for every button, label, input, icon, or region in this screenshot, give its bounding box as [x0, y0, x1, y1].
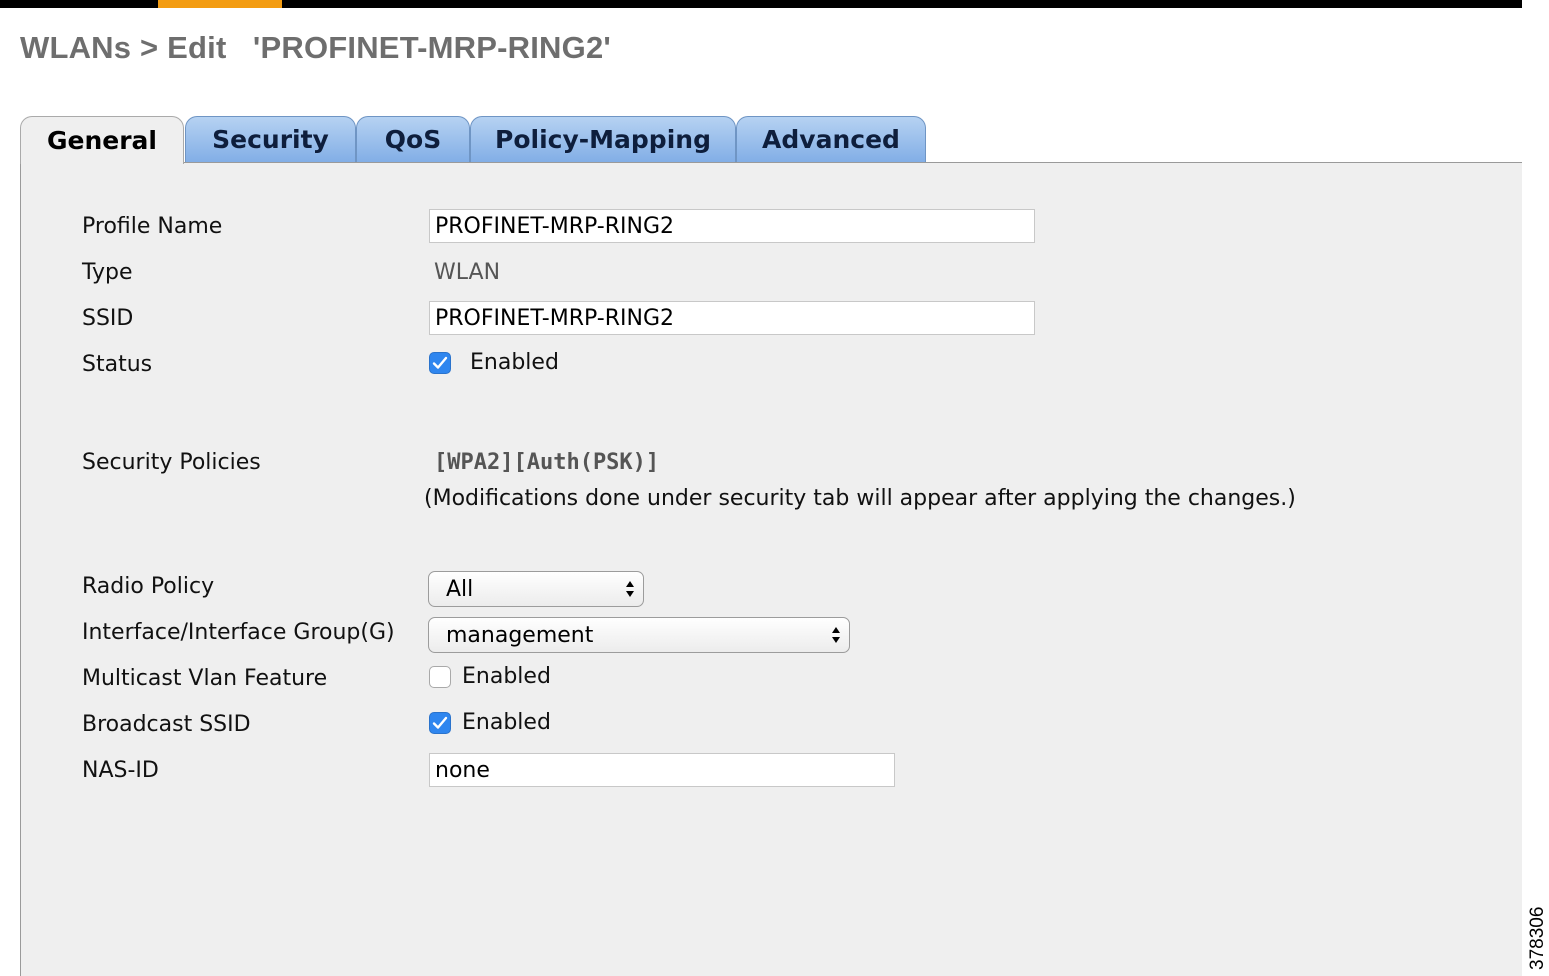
status-enabled-label: Enabled — [470, 350, 559, 375]
broadcast-ssid-enabled-label: Enabled — [462, 710, 551, 735]
tab-advanced[interactable]: Advanced — [736, 116, 926, 162]
tab-qos[interactable]: QoS — [356, 116, 470, 162]
radio-policy-select[interactable]: All — [428, 571, 644, 607]
checkmark-icon — [432, 716, 448, 729]
radio-policy-selected: All — [446, 576, 474, 602]
security-policies-label: Security Policies — [82, 450, 261, 475]
tab-general[interactable]: General — [20, 116, 184, 164]
checkmark-icon — [432, 356, 448, 369]
multicast-vlan-enabled-label: Enabled — [462, 664, 551, 689]
type-label: Type — [82, 260, 133, 285]
broadcast-ssid-checkbox[interactable] — [429, 712, 451, 734]
broadcast-ssid-label: Broadcast SSID — [82, 712, 251, 737]
nas-id-label: NAS-ID — [82, 758, 159, 783]
figure-id: 378306 — [1527, 906, 1548, 970]
interface-label: Interface/Interface Group(G) — [82, 620, 395, 645]
status-label: Status — [82, 352, 153, 377]
interface-selected: management — [446, 622, 594, 648]
nas-id-input[interactable] — [429, 753, 895, 787]
profile-name-input[interactable] — [429, 209, 1035, 243]
security-policies-value: [WPA2][Auth(PSK)] — [434, 450, 660, 475]
general-panel — [20, 162, 1522, 976]
type-value: WLAN — [434, 260, 501, 285]
interface-select[interactable]: management — [428, 617, 850, 653]
tab-policy-mapping[interactable]: Policy-Mapping — [470, 116, 736, 162]
security-policies-note: (Modifications done under security tab w… — [424, 486, 1296, 511]
ssid-label: SSID — [82, 306, 134, 331]
page-title: WLANs > Edit 'PROFINET-MRP-RING2' — [20, 30, 611, 65]
profile-name-label: Profile Name — [82, 214, 223, 239]
top-bar — [0, 0, 1522, 8]
ssid-input[interactable] — [429, 301, 1035, 335]
select-arrows-icon — [832, 627, 840, 643]
top-bar-accent — [158, 0, 282, 8]
tab-security[interactable]: Security — [185, 116, 356, 162]
select-arrows-icon — [626, 581, 634, 597]
status-checkbox[interactable] — [429, 352, 451, 374]
radio-policy-label: Radio Policy — [82, 574, 215, 599]
multicast-vlan-checkbox[interactable] — [429, 666, 451, 688]
multicast-vlan-label: Multicast Vlan Feature — [82, 666, 328, 691]
